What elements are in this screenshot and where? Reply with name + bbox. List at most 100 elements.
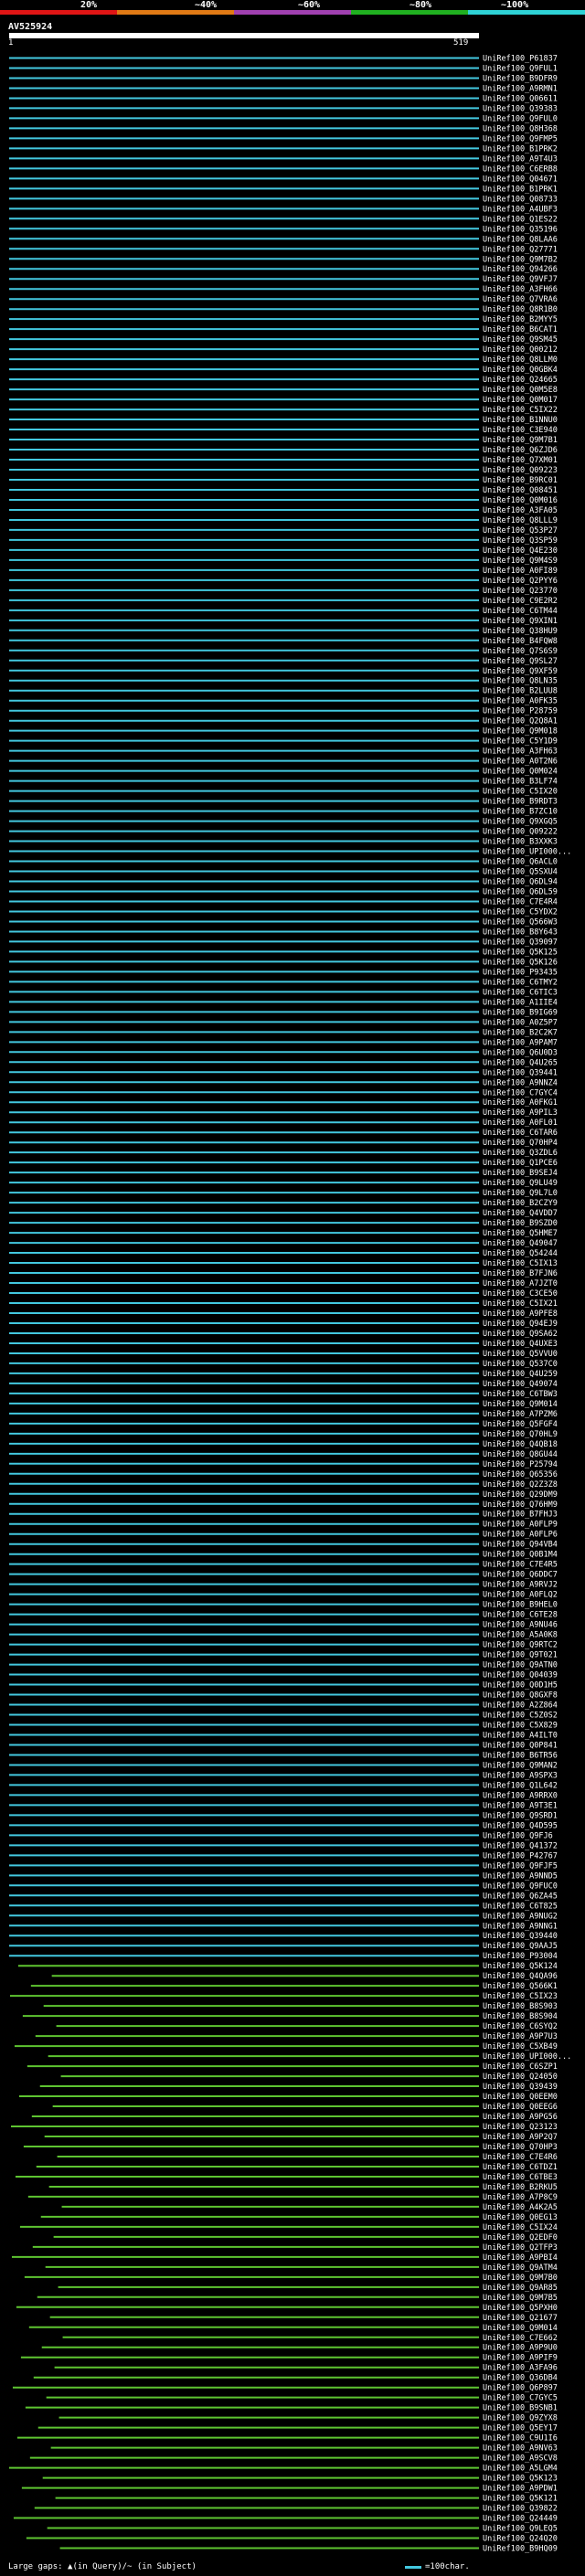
hit-label: UniRef100_Q04039: [483, 1671, 558, 1680]
hit-label: UniRef100_A9RRX0: [483, 1791, 558, 1800]
hit-label: UniRef100_Q29DM9: [483, 1490, 558, 1500]
legend: Large gaps: ▲(in Query)/~ (in Subject) =…: [0, 2558, 585, 2576]
hit-label: UniRef100_Q566K1: [483, 1982, 558, 1991]
hit-label: UniRef100_A7JZT0: [483, 1279, 558, 1288]
hit-label: UniRef100_Q2EDF0: [483, 2233, 558, 2242]
hit-label: UniRef100_Q23123: [483, 2123, 558, 2132]
hit-label: UniRef100_Q9M014: [483, 1400, 558, 1409]
hit-label: UniRef100_Q00212: [483, 345, 558, 355]
hit-label: UniRef100_Q41372: [483, 1841, 558, 1850]
hit-label: UniRef100_Q6ZJD6: [483, 446, 558, 455]
hit-label: UniRef100_B7ZC10: [483, 808, 558, 817]
hit-label: UniRef100_Q9FUL0: [483, 114, 558, 123]
hit-label: UniRef100_B1NNU0: [483, 416, 558, 425]
hit-label: UniRef100_A9RVJ2: [483, 1581, 558, 1590]
hit-label: UniRef100_C6TMY2: [483, 978, 558, 987]
hit-label: UniRef100_Q5K121: [483, 2495, 558, 2504]
hit-label: UniRef100_Q24Q20: [483, 2535, 558, 2544]
hit-label: UniRef100_Q38HU9: [483, 627, 558, 636]
hit-label: UniRef100_Q9XGQ5: [483, 818, 558, 827]
hit-label: UniRef100_B4FQW8: [483, 637, 558, 646]
hit-label: UniRef100_A0FKG1: [483, 1098, 558, 1108]
hit-label: UniRef100_Q9SL27: [483, 657, 558, 666]
hit-label: UniRef100_Q9FJF5: [483, 1861, 558, 1871]
hit-label: UniRef100_Q9XIN1: [483, 617, 558, 626]
hit-label: UniRef100_C7E4R6: [483, 2153, 558, 2162]
hit-label: UniRef100_Q8GXF8: [483, 1691, 558, 1701]
hit-label: UniRef100_B1PRK2: [483, 144, 558, 154]
hit-label: UniRef100_C6TBW3: [483, 1390, 558, 1399]
hit-label: UniRef100_A0FI89: [483, 567, 558, 576]
hit-label: UniRef100_C6ERB8: [483, 164, 558, 174]
hit-label: UniRef100_Q2Z3Z8: [483, 1480, 558, 1489]
hit-label: UniRef100_A0FK35: [483, 697, 558, 706]
hit-label: UniRef100_Q49047: [483, 1239, 558, 1248]
hit-label: UniRef100_Q8LLL9: [483, 516, 558, 525]
hit-label: UniRef100_B6CAT1: [483, 325, 558, 334]
hit-label: UniRef100_C5Z0S2: [483, 1712, 558, 1721]
hit-label: UniRef100_Q53P27: [483, 526, 558, 535]
hit-label: UniRef100_C6TDZ1: [483, 2163, 558, 2172]
hit-label: UniRef100_B9DFR9: [483, 74, 558, 83]
hit-label: UniRef100_Q49074: [483, 1380, 558, 1389]
hit-label: UniRef100_Q0M016: [483, 496, 558, 505]
legend-scale-swatch: [405, 2566, 421, 2569]
hit-label: UniRef100_A3FA96: [483, 2364, 558, 2373]
hit-label: UniRef100_A7P8C9: [483, 2193, 558, 2202]
hit-label: UniRef100_C7E4R4: [483, 897, 558, 906]
hit-label: UniRef100_Q5K123: [483, 2475, 558, 2484]
hit-label: UniRef100_Q0M017: [483, 396, 558, 405]
hit-label: UniRef100_Q39383: [483, 104, 558, 113]
legend-gaps-text: Large gaps: ▲(in Query)/~ (in Subject): [8, 2562, 197, 2571]
hit-label: UniRef100_Q6DL94: [483, 878, 558, 887]
hit-label: UniRef100_Q566W3: [483, 917, 558, 927]
hit-label: UniRef100_B3LF74: [483, 778, 558, 787]
hit-label: UniRef100_Q9SM45: [483, 335, 558, 345]
hit-label: UniRef100_Q39440: [483, 1932, 558, 1941]
hit-label: UniRef100_Q9MAN2: [483, 1761, 558, 1770]
hit-label: UniRef100_Q9M7B2: [483, 255, 558, 264]
hit-label: UniRef100_A0Z5P7: [483, 1018, 558, 1027]
hit-label: UniRef100_Q0M024: [483, 768, 558, 777]
hit-label: UniRef100_C5IX24: [483, 2223, 558, 2232]
hit-label: UniRef100_Q39441: [483, 1068, 558, 1077]
hit-label: UniRef100_A7PZM6: [483, 1410, 558, 1419]
hit-label: UniRef100_Q9RTC2: [483, 1641, 558, 1650]
hit-label: UniRef100_A9P9U0: [483, 2344, 558, 2353]
hit-label: UniRef100_Q537C0: [483, 1360, 558, 1369]
hit-label: UniRef100_A9RMN1: [483, 84, 558, 93]
hit-label: UniRef100_Q54244: [483, 1249, 558, 1258]
hit-label: UniRef100_Q5FGF4: [483, 1420, 558, 1429]
hit-label: UniRef100_Q39439: [483, 2083, 558, 2092]
hit-label: UniRef100_A3FH63: [483, 747, 558, 757]
hit-label: UniRef100_C5IX23: [483, 1992, 558, 2001]
hit-label: UniRef100_Q70HL9: [483, 1430, 558, 1439]
hit-label: UniRef100_C6TAR6: [483, 1129, 558, 1138]
hit-label: UniRef100_B9SZD0: [483, 1219, 558, 1228]
hit-label: UniRef100_B2C2K7: [483, 1028, 558, 1037]
hit-label: UniRef100_Q6DL59: [483, 887, 558, 896]
hit-label: UniRef100_A9NV63: [483, 2444, 558, 2454]
hit-label: UniRef100_Q8LLM0: [483, 355, 558, 365]
hit-label: UniRef100_Q7XM01: [483, 456, 558, 465]
hit-label: UniRef100_C5Y1D9: [483, 737, 558, 747]
hit-label: UniRef100_B9RC01: [483, 476, 558, 485]
hit-label: UniRef100_C6SYQ2: [483, 2022, 558, 2031]
hit-label: UniRef100_C7E662: [483, 2334, 558, 2343]
hit-label: UniRef100_C5IX22: [483, 406, 558, 415]
hit-label: UniRef100_Q9FMP5: [483, 134, 558, 143]
hit-label: UniRef100_A9NNG1: [483, 1922, 558, 1931]
hit-label: UniRef100_C5IX20: [483, 788, 558, 797]
hit-label: UniRef100_Q3ZDL6: [483, 1149, 558, 1158]
hit-label: UniRef100_B9IG69: [483, 1008, 558, 1017]
hit-label: UniRef100_Q4U265: [483, 1058, 558, 1067]
hit-label: UniRef100_A9NNZ4: [483, 1078, 558, 1087]
hit-label: UniRef100_Q94EJ9: [483, 1320, 558, 1329]
hit-label: UniRef100_A0FLP6: [483, 1531, 558, 1540]
hit-label: UniRef100_A4K2A5: [483, 2203, 558, 2212]
hit-label: UniRef100_Q2Q8A1: [483, 717, 558, 726]
hit-label: UniRef100_B8S904: [483, 2012, 558, 2021]
hit-label: UniRef100_Q8H368: [483, 124, 558, 133]
hit-label: UniRef100_C6TE28: [483, 1611, 558, 1620]
hit-label: UniRef100_C9U1I6: [483, 2434, 558, 2443]
